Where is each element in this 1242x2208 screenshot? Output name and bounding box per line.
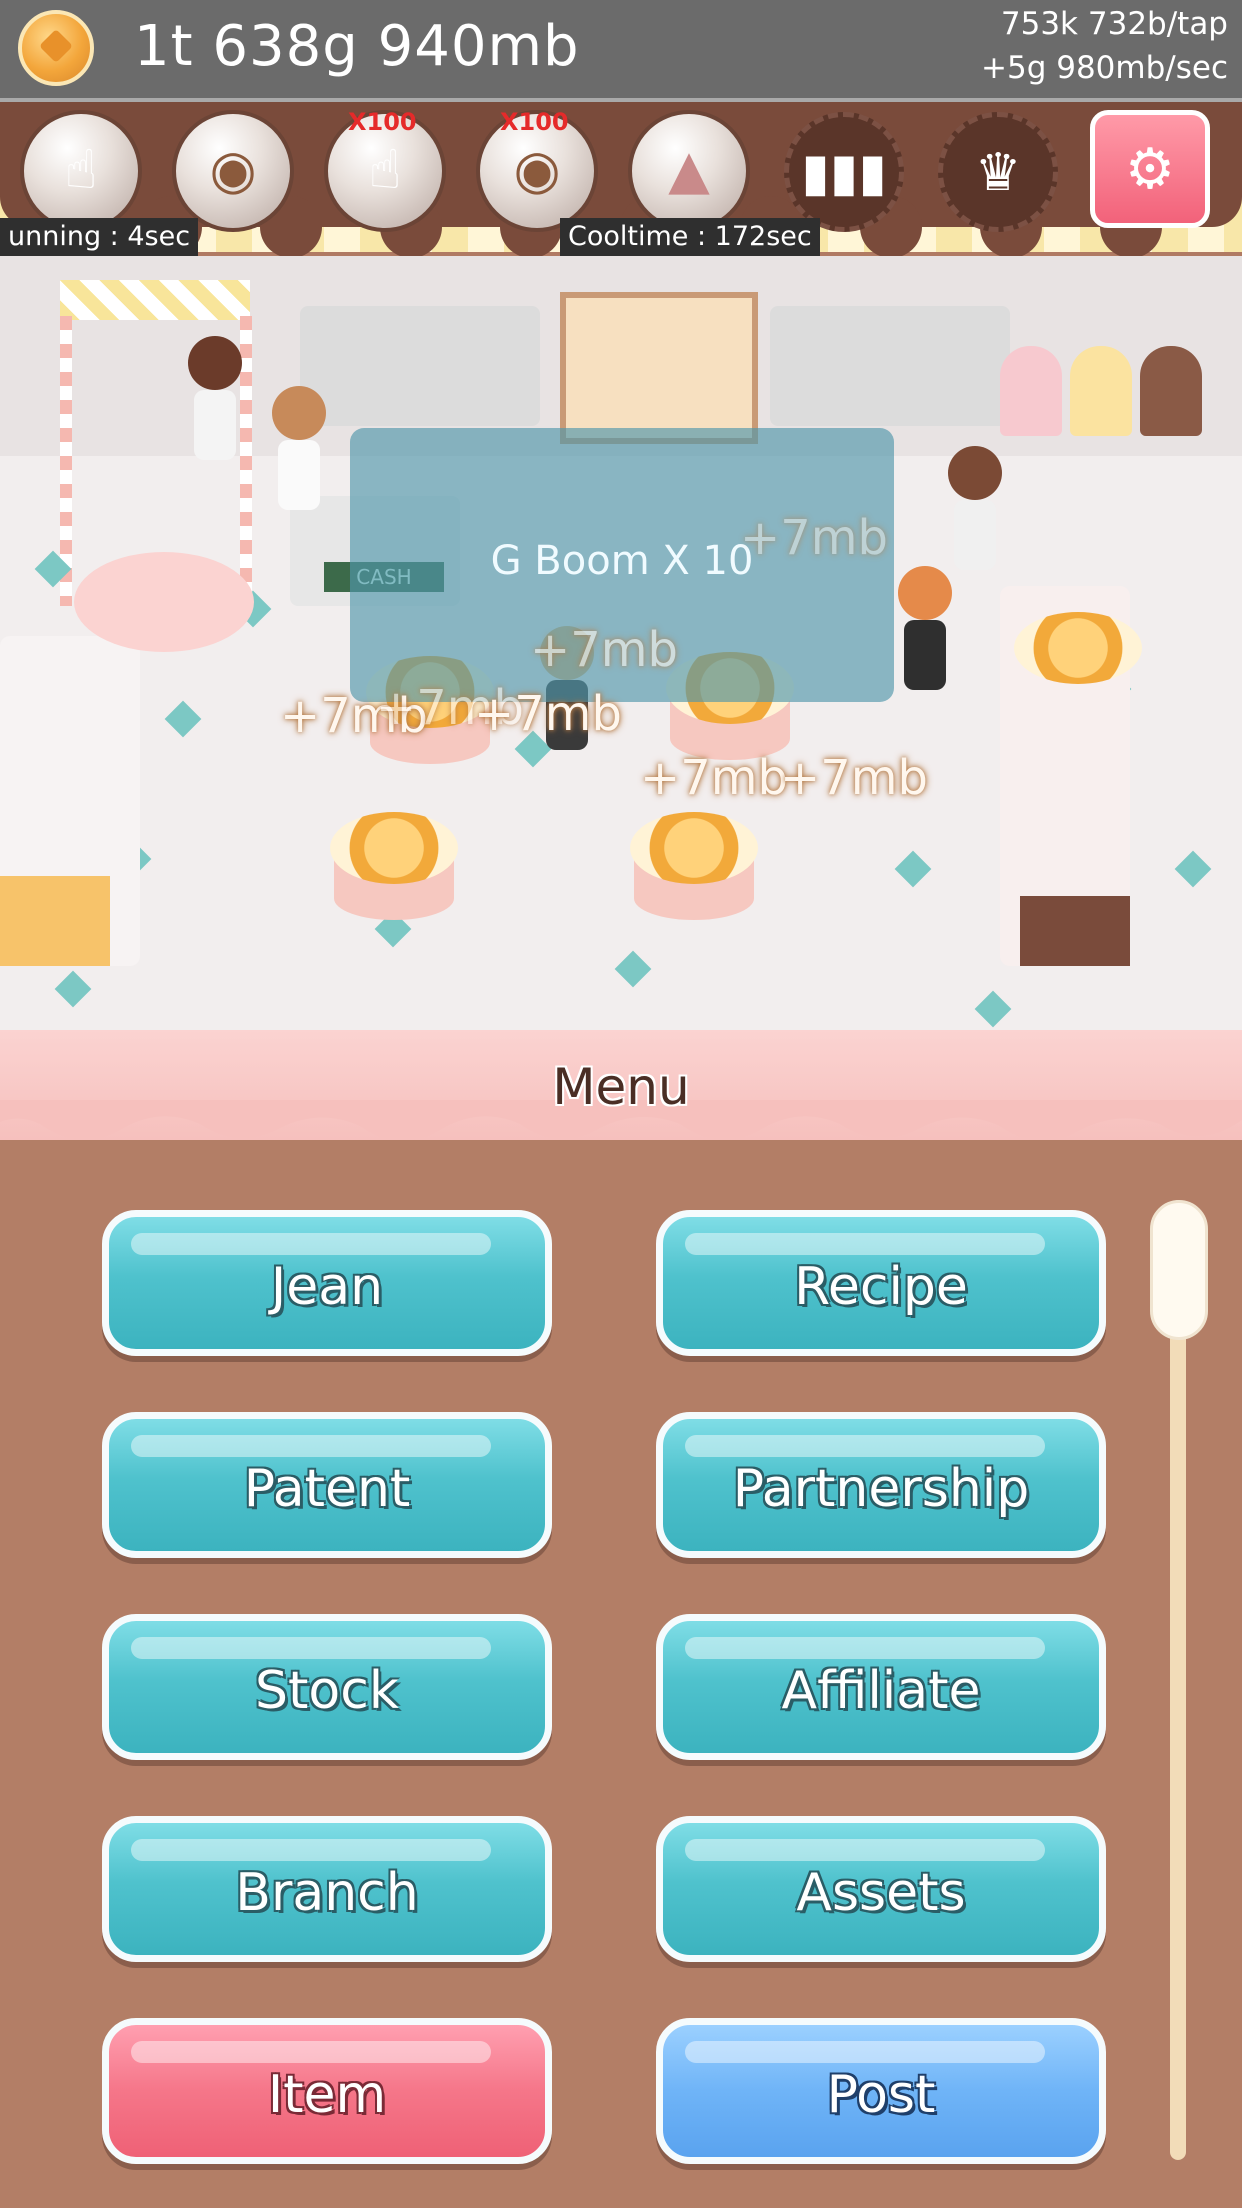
window-left — [300, 306, 540, 426]
post-button-label: Post — [826, 2065, 936, 2125]
cake-table[interactable] — [630, 812, 758, 930]
menu-scrollbar[interactable] — [1170, 1200, 1186, 2160]
trophy-icon: ♛ — [974, 143, 1022, 203]
customer-character[interactable] — [180, 336, 250, 476]
affiliate-button-label: Affiliate — [781, 1661, 981, 1721]
jean-button-label: Jean — [270, 1257, 384, 1317]
partnership-button[interactable]: Partnership — [656, 1412, 1106, 1558]
income-popup: +7mb — [740, 510, 888, 566]
stats-button[interactable]: ▮▮▮ — [784, 112, 904, 232]
tap-hand-icon: ☝ — [368, 138, 402, 201]
bakery-scene[interactable]: CASH G Boom X 10 +7mb +7mb +7mb +7mb +7m… — [0, 256, 1242, 1030]
x100-badge: X100 — [500, 108, 569, 136]
cake-plate — [74, 552, 254, 652]
cake-table[interactable] — [330, 812, 458, 930]
customer-character[interactable] — [940, 446, 1010, 586]
recipe-button-label: Recipe — [794, 1257, 968, 1317]
x100-badge: X100 — [348, 108, 417, 136]
cake-boost-skill-button[interactable]: ◉ — [172, 110, 294, 232]
jean-button[interactable]: Jean — [102, 1210, 552, 1356]
patent-button[interactable]: Patent — [102, 1412, 552, 1558]
gear-icon: ⚙ — [1124, 137, 1176, 202]
bar-chart-icon: ▮▮▮ — [801, 143, 887, 203]
branch-button[interactable]: Branch — [102, 1816, 552, 1962]
assets-button-label: Assets — [796, 1863, 966, 1923]
post-button[interactable]: Post — [656, 2018, 1106, 2164]
cashier-character[interactable] — [264, 386, 334, 526]
menu-title: Menu — [552, 1058, 690, 1116]
recipe-button[interactable]: Recipe — [656, 1210, 1106, 1356]
item-button-label: Item — [267, 2065, 387, 2125]
cooltime-timer: Cooltime : 172sec — [560, 218, 820, 256]
tap-x100-skill-button[interactable]: X100 ☝ — [324, 108, 446, 232]
entrance-arch — [60, 280, 250, 320]
income-popup: +7mb — [640, 750, 788, 806]
income-per-second: +5g 980mb/sec — [981, 50, 1228, 86]
income-popup: +7mb — [780, 750, 928, 806]
currency-bar: 1t 638g 940mb 753k 732b/tap +5g 980mb/se… — [0, 0, 1242, 102]
cake-slice-icon: ▲ — [668, 138, 710, 201]
achievements-button[interactable]: ♛ — [938, 112, 1058, 232]
cake-x100-skill-button[interactable]: X100 ◉ — [476, 108, 598, 232]
settings-button[interactable]: ⚙ — [1090, 110, 1210, 228]
cake-collection-skill-button[interactable]: ▲ — [628, 110, 750, 232]
item-button[interactable]: Item — [102, 2018, 552, 2164]
customer-character[interactable] — [890, 566, 960, 706]
income-popup: +7mb — [530, 622, 678, 678]
tap-hand-icon: ☝ — [64, 138, 98, 201]
affiliate-button[interactable]: Affiliate — [656, 1614, 1106, 1760]
window-right — [770, 306, 1010, 426]
donut-icon: ◉ — [513, 138, 561, 201]
stock-button-label: Stock — [255, 1661, 399, 1721]
assets-button[interactable]: Assets — [656, 1816, 1106, 1962]
donut-icon: ◉ — [209, 138, 257, 201]
stock-button[interactable]: Stock — [102, 1614, 552, 1760]
menu-scroll-thumb[interactable] — [1150, 1200, 1208, 1340]
ice-cream-machine — [1000, 346, 1062, 436]
patent-button-label: Patent — [243, 1459, 411, 1519]
total-money: 1t 638g 940mb — [134, 14, 580, 79]
menu-board — [560, 292, 758, 444]
branch-button-label: Branch — [235, 1863, 419, 1923]
auto-tap-skill-button[interactable]: ☝ — [20, 110, 142, 232]
income-per-tap: 753k 732b/tap — [1000, 6, 1228, 42]
running-timer: unning : 4sec — [0, 218, 199, 256]
income-popup: +7mb — [474, 686, 622, 742]
cake-display — [1014, 612, 1142, 730]
partnership-button-label: Partnership — [732, 1459, 1030, 1519]
coin-icon — [18, 10, 94, 86]
